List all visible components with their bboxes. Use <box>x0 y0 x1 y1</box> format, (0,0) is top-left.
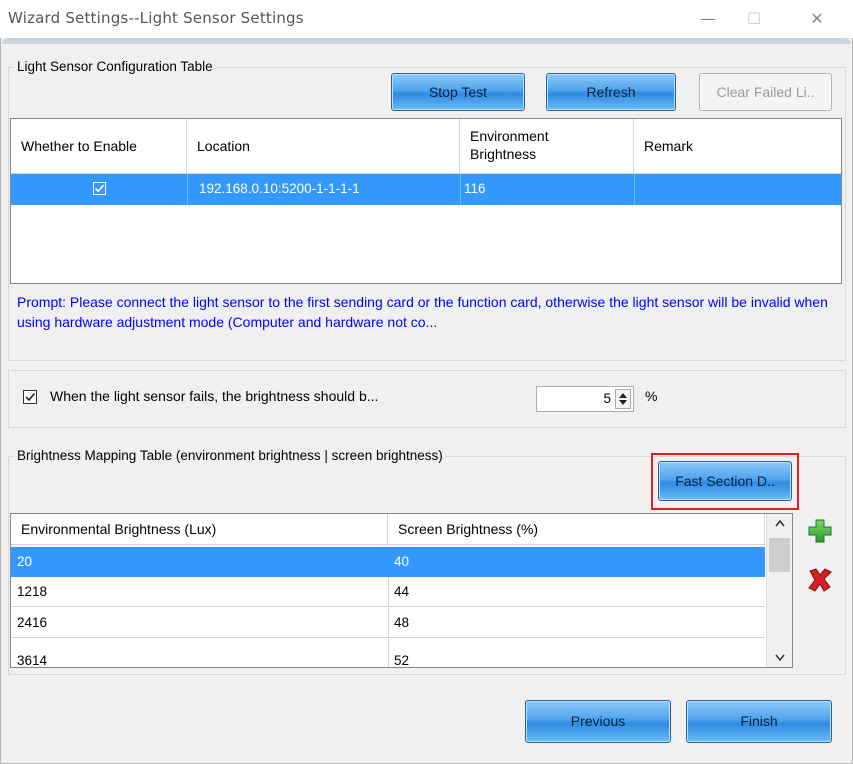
table-row[interactable]: 20 40 <box>11 547 765 577</box>
table-row[interactable]: 2416 48 <box>11 608 765 638</box>
failure-brightness-spinner[interactable]: 5 <box>536 386 634 412</box>
row-screen: 40 <box>394 554 410 569</box>
sensor-table: Whether to Enable Location Environment B… <box>10 118 842 284</box>
scroll-down-icon[interactable] <box>767 647 793 667</box>
row-env: 3614 <box>17 653 48 667</box>
finish-button[interactable]: Finish <box>686 700 832 743</box>
plus-icon <box>808 519 832 543</box>
fast-section-button[interactable]: Fast Section D.. <box>658 461 792 501</box>
scroll-up-icon[interactable] <box>767 514 793 534</box>
window-title: Wizard Settings--Light Sensor Settings <box>8 9 304 27</box>
minimize-button[interactable]: — <box>685 4 731 34</box>
failure-label: When the light sensor fails, the brightn… <box>50 388 379 404</box>
refresh-button[interactable]: Refresh <box>546 73 676 111</box>
spinner-arrows-icon <box>619 393 627 405</box>
column-header-remark[interactable]: Remark <box>634 119 841 174</box>
clear-failed-button[interactable]: Clear Failed Li.. <box>699 73 832 111</box>
close-button[interactable]: ✕ <box>794 4 840 34</box>
delete-row-button[interactable] <box>805 566 835 594</box>
row-screen: 48 <box>394 615 410 630</box>
maximize-button[interactable]: ☐ <box>731 4 777 34</box>
column-header-location[interactable]: Location <box>187 119 460 174</box>
row-env: 1218 <box>17 584 48 599</box>
row-brightness: 116 <box>464 181 486 196</box>
stop-test-button[interactable]: Stop Test <box>391 73 525 111</box>
check-icon <box>94 184 105 193</box>
spinner-value: 5 <box>603 391 611 406</box>
row-location: 192.168.0.10:5200-1-1-1-1 <box>199 181 360 196</box>
percent-unit: % <box>645 388 658 404</box>
scroll-thumb[interactable] <box>769 538 790 572</box>
row-screen: 44 <box>394 584 410 599</box>
mapping-table: Environmental Brightness (Lux) Screen Br… <box>10 513 793 668</box>
mapping-legend: Brightness Mapping Table (environment br… <box>14 448 446 463</box>
column-header-env[interactable]: Environmental Brightness (Lux) <box>11 514 388 545</box>
failure-checkbox[interactable] <box>23 390 37 404</box>
vertical-scrollbar[interactable] <box>766 514 792 667</box>
table-row[interactable]: 192.168.0.10:5200-1-1-1-1 116 <box>11 174 841 205</box>
table-row[interactable]: 3614 52 <box>11 639 765 667</box>
add-row-button[interactable] <box>806 517 834 545</box>
table-row[interactable]: 1218 44 <box>11 577 765 607</box>
row-env: 20 <box>17 554 33 569</box>
title-bar: Wizard Settings--Light Sensor Settings —… <box>0 0 853 38</box>
spinner-arrows[interactable] <box>615 389 631 409</box>
x-icon <box>808 568 832 592</box>
row-screen: 52 <box>394 653 410 667</box>
row-env: 2416 <box>17 615 48 630</box>
column-header-enable[interactable]: Whether to Enable <box>11 119 187 174</box>
enable-checkbox[interactable] <box>93 182 106 195</box>
top-strip <box>2 38 851 44</box>
column-header-brightness[interactable]: Environment Brightness <box>460 119 634 174</box>
prompt-text: Prompt: Please connect the light sensor … <box>17 294 828 330</box>
column-header-screen[interactable]: Screen Brightness (%) <box>388 514 765 545</box>
previous-button[interactable]: Previous <box>525 700 671 743</box>
sensor-config-legend: Light Sensor Configuration Table <box>14 59 216 74</box>
check-icon <box>25 392 36 402</box>
